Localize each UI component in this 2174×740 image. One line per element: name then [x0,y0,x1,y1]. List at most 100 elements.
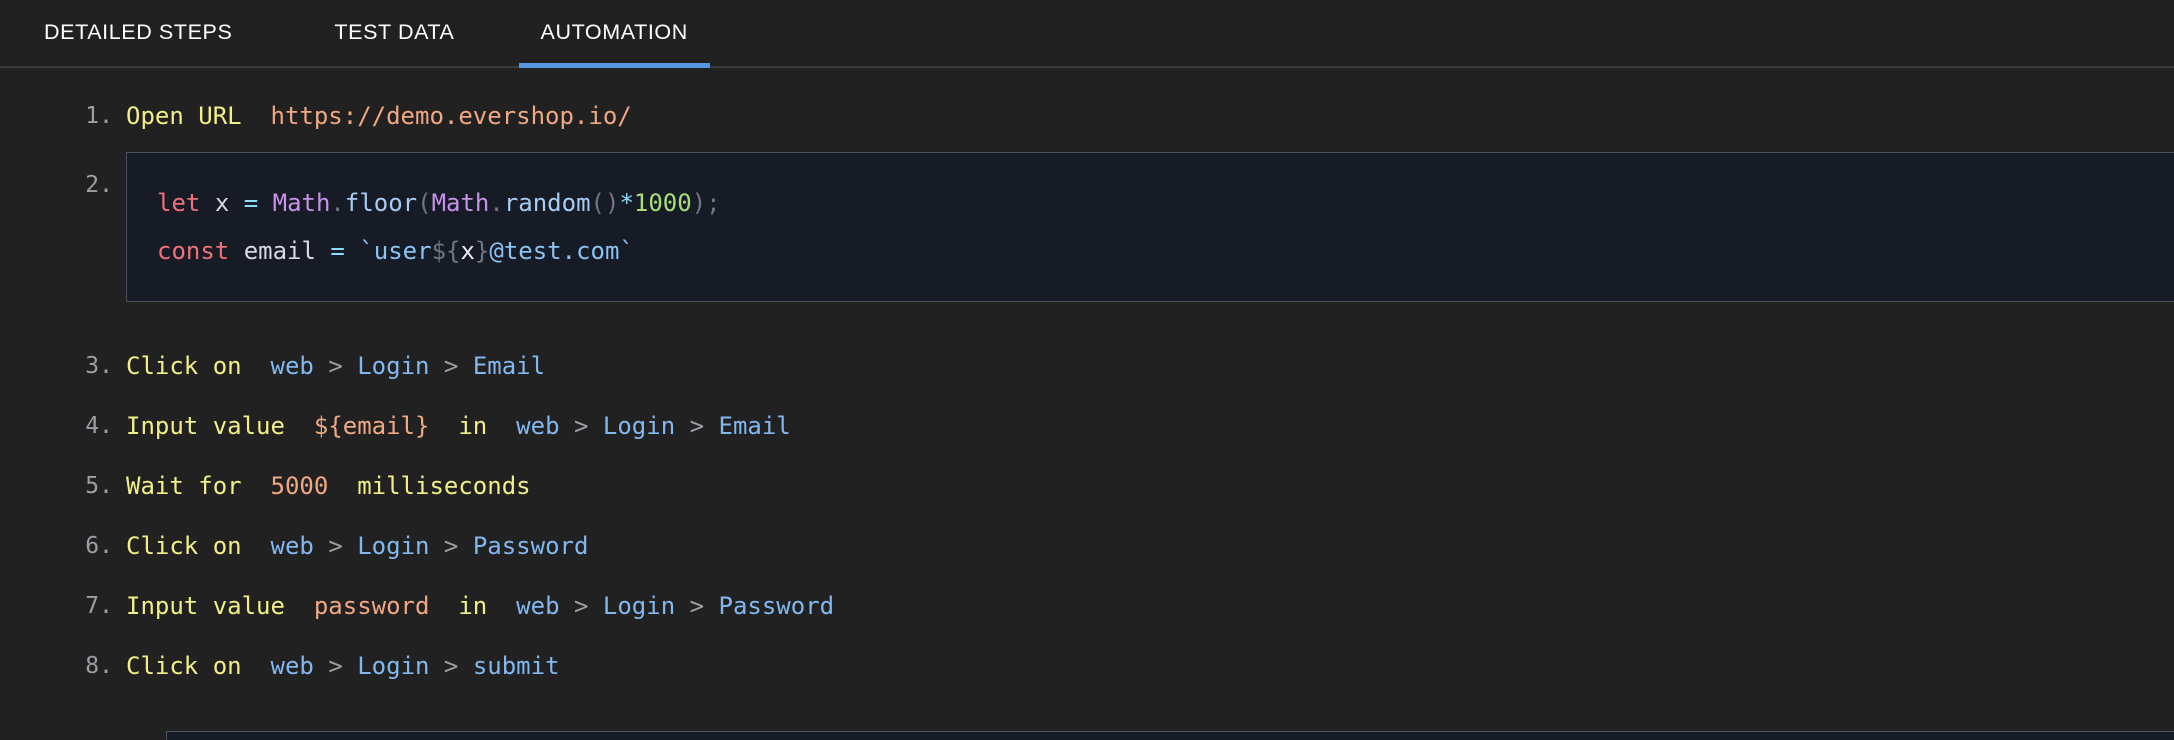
step-preposition: in [458,412,488,440]
step-value: ${email} [313,412,430,440]
code-token: x [214,189,230,217]
step-row-code[interactable]: 2. let x = Math.floor(Math.random()*1000… [0,152,2174,302]
selector-part: web [270,352,314,380]
selector-part: web [270,532,314,560]
step-content: Click on web > Login > Email [126,354,2174,378]
code-token: x [460,237,475,265]
selector-separator-icon: > [328,352,343,380]
code-token: email [243,237,316,265]
code-token: = [243,189,259,217]
code-editor-block[interactable]: let x = Math.floor(Math.random()*1000); … [126,152,2174,302]
step-row[interactable]: 4. Input value ${email} in web > Login >… [0,396,2174,456]
step-row[interactable]: 8. Click on web > Login > submit [0,636,2174,696]
step-row[interactable]: 7. Input value password in web > Login >… [0,576,2174,636]
step-action: Click on [126,652,242,680]
selector-part: web [270,652,314,680]
step-number: 7. [85,592,113,619]
selector-part: web [516,592,560,620]
code-token: ${ [431,237,461,265]
code-token: . [489,189,504,217]
step-suffix: milliseconds [357,472,531,500]
step-row[interactable]: 6. Click on web > Login > Password [0,516,2174,576]
code-token: } [474,237,490,265]
step-value: https://demo.evershop.io/ [270,102,632,130]
selector-part: Email [472,352,546,380]
selector-part: Login [357,352,430,380]
selector-separator-icon: > [573,412,589,440]
step-content: Click on web > Login > submit [126,654,2174,678]
selector-part: Login [357,652,430,680]
step-row[interactable]: 3. Click on web > Login > Email [0,336,2174,396]
code-token: Math [272,189,331,217]
step-row[interactable]: 1. Open URL https://demo.evershop.io/ [0,86,2174,146]
step-number: 1. [85,102,113,129]
tab-automation[interactable]: AUTOMATION [518,0,711,68]
next-code-block-edge [166,731,2174,740]
code-line: let x = Math.floor(Math.random()*1000); [157,179,2174,227]
step-number: 6. [85,532,113,559]
selector-part: Password [472,532,589,560]
step-action: Input value [126,592,285,620]
selector-separator-icon: > [689,592,705,620]
step-number: 5. [85,472,113,499]
code-token: * [619,189,634,217]
tab-bar: DETAILED STEPS TEST DATA AUTOMATION [0,0,2174,68]
step-action: Input value [126,412,285,440]
selector-part: Login [602,412,676,440]
selector-part: Login [357,532,430,560]
tab-label: TEST DATA [334,19,455,44]
step-content: Wait for 5000 milliseconds [126,474,2174,498]
step-action: Open URL [126,102,242,130]
code-token: = [330,237,345,265]
step-content: Click on web > Login > Password [126,534,2174,558]
selector-separator-icon: > [328,652,343,680]
step-number: 3. [85,352,113,379]
step-preposition: in [458,592,488,620]
automation-step-list: 1. Open URL https://demo.evershop.io/ 2.… [0,68,2174,740]
selector-part: web [516,412,560,440]
step-row[interactable]: 5. Wait for 5000 milliseconds [0,456,2174,516]
code-token: floor [344,189,418,217]
step-action: Wait for [126,472,242,500]
tab-test-data[interactable]: TEST DATA [312,0,476,66]
selector-separator-icon: > [689,412,705,440]
code-token: random [503,189,591,217]
step-action: Click on [126,532,242,560]
step-content: Input value password in web > Login > Pa… [126,594,2174,618]
code-token: ; [706,189,721,217]
code-token: () [590,189,620,217]
selector-separator-icon: > [573,592,589,620]
step-content: Input value ${email} in web > Login > Em… [126,414,2174,438]
tab-label: DETAILED STEPS [44,19,233,44]
code-token: 1000 [633,189,692,217]
step-value: 5000 [270,472,329,500]
selector-part: Email [718,412,791,440]
selector-part: Login [602,592,676,620]
selector-separator-icon: > [328,532,343,560]
code-token: . [330,189,345,217]
code-token: @test.com` [489,237,634,265]
code-line: const email = `user${x}@test.com` [157,227,2174,275]
code-token: `user [359,237,432,265]
tab-detailed-steps[interactable]: DETAILED STEPS [22,0,254,66]
code-token: const [157,237,230,265]
step-action: Click on [126,352,242,380]
selector-part: Password [718,592,835,620]
